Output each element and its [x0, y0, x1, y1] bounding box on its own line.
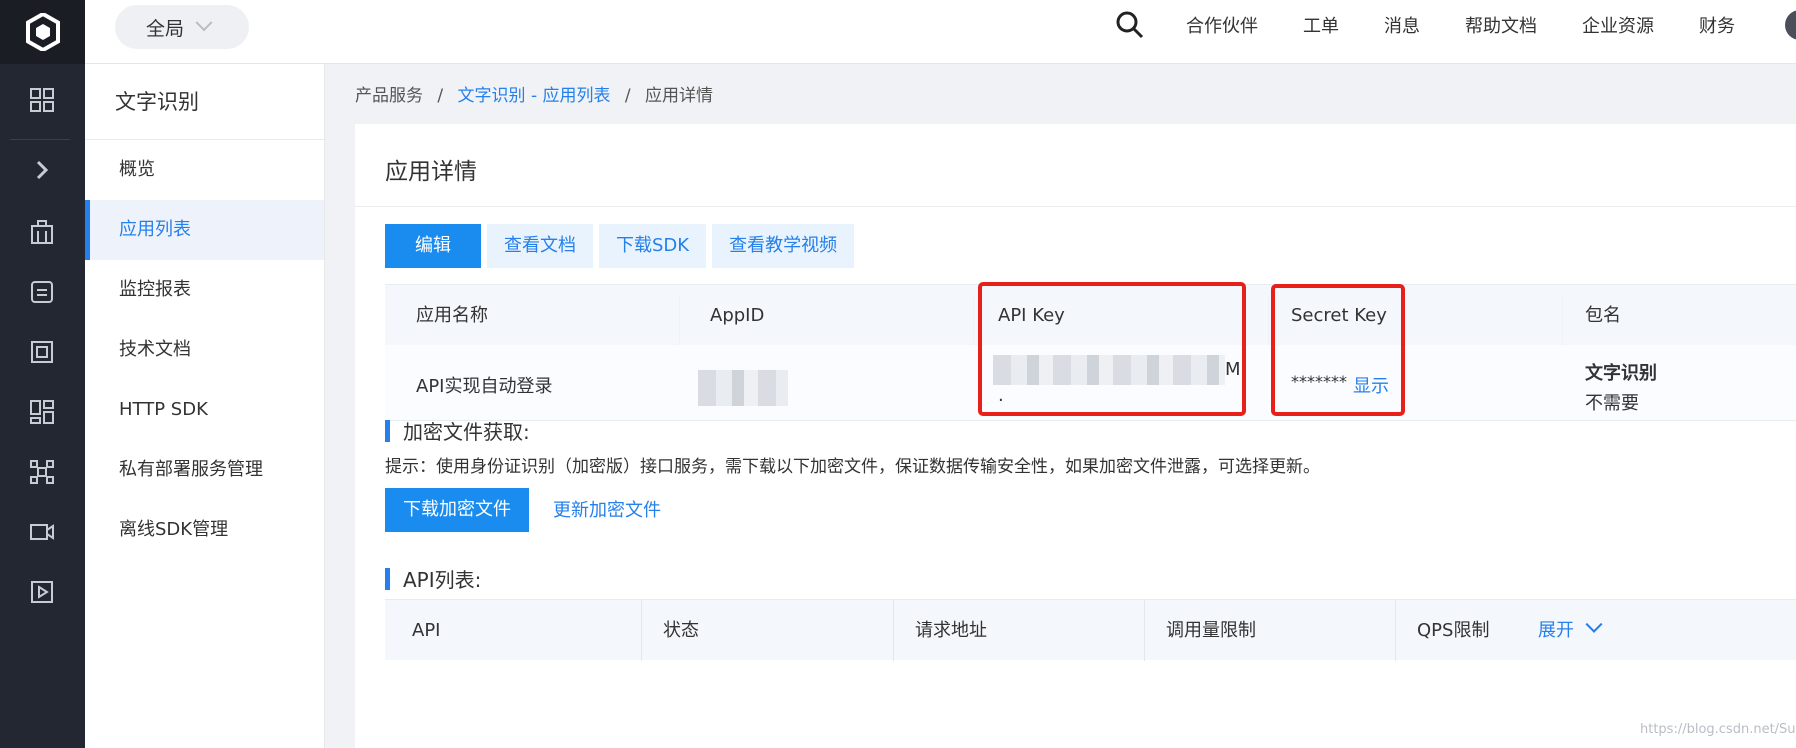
- logo-icon: [25, 13, 60, 51]
- encrypt-section-title: 加密文件获取:: [385, 416, 530, 445]
- rail-divider: [10, 139, 70, 140]
- sidebar-item-offline-sdk[interactable]: 离线SDK管理: [85, 500, 324, 560]
- product-sidebar: 文字识别 概览 应用列表 监控报表 技术文档 HTTP SDK 私有部署服务管理…: [85, 64, 325, 748]
- api-key-highlight-box: [978, 282, 1246, 416]
- edit-button[interactable]: 编辑: [385, 224, 481, 268]
- sidebar-item-app-list[interactable]: 应用列表: [85, 200, 324, 260]
- scope-selector[interactable]: 全局: [115, 5, 249, 49]
- sidebar-item-private-deploy[interactable]: 私有部署服务管理: [85, 440, 324, 500]
- icon-rail: [0, 0, 85, 748]
- sidebar-item-http-sdk[interactable]: HTTP SDK: [85, 380, 324, 440]
- chevron-down-icon: [195, 14, 213, 32]
- chip-icon[interactable]: [22, 332, 62, 372]
- grid-icon[interactable]: [22, 80, 62, 120]
- column-divider: [1144, 600, 1145, 661]
- encrypt-tip: 提示：使用身份证识别（加密版）接口服务，需下载以下加密文件，保证数据传输安全性，…: [385, 457, 1320, 477]
- sidebar-item-monitoring[interactable]: 监控报表: [85, 260, 324, 320]
- breadcrumb-separator: /: [437, 86, 444, 106]
- breadcrumb-separator: /: [624, 86, 631, 106]
- header-package: 包名: [1585, 305, 1621, 326]
- nav-help-docs[interactable]: 帮助文档: [1465, 12, 1537, 38]
- secret-key-highlight-box: [1271, 284, 1405, 416]
- breadcrumb-app-list-link[interactable]: 文字识别 - 应用列表: [458, 86, 611, 106]
- watermark: https://blog.csdn.net/Sub_xu: [1640, 722, 1796, 737]
- header-status: 状态: [663, 620, 699, 641]
- action-bar: 编辑 查看文档 下载SDK 查看教学视频: [385, 224, 860, 268]
- top-bar: 全局 合作伙伴 工单 消息 帮助文档 企业资源 财务: [85, 0, 1796, 64]
- download-encrypt-file-button[interactable]: 下载加密文件: [385, 488, 529, 532]
- nav-tickets[interactable]: 工单: [1303, 12, 1339, 38]
- network-icon[interactable]: [22, 452, 62, 492]
- expand-chevron-icon[interactable]: [22, 150, 62, 190]
- brand-logo[interactable]: [0, 0, 85, 64]
- building-icon[interactable]: [22, 212, 62, 252]
- column-divider: [1395, 600, 1396, 661]
- nav-partners[interactable]: 合作伙伴: [1186, 12, 1258, 38]
- column-divider: [641, 600, 642, 661]
- update-encrypt-file-link[interactable]: 更新加密文件: [553, 496, 661, 522]
- expand-label: 展开: [1538, 620, 1574, 641]
- breadcrumb-current: 应用详情: [645, 86, 714, 106]
- avatar[interactable]: [1785, 10, 1796, 40]
- breadcrumb-root[interactable]: 产品服务: [355, 86, 423, 106]
- play-icon[interactable]: [22, 572, 62, 612]
- cell-package-title: 文字识别: [1585, 363, 1657, 384]
- view-tutorial-video-button[interactable]: 查看教学视频: [712, 224, 855, 268]
- download-sdk-button[interactable]: 下载SDK: [599, 224, 707, 268]
- expand-toggle[interactable]: 展开: [1538, 600, 1603, 661]
- header-appid: AppID: [710, 305, 765, 326]
- column-divider: [893, 600, 894, 661]
- api-table-header: API 状态 请求地址 调用量限制 QPS限制 展开: [385, 599, 1796, 661]
- app-root: 全局 合作伙伴 工单 消息 帮助文档 企业资源 财务 文字识别 概览 应用列表 …: [0, 0, 1796, 748]
- sidebar-item-overview[interactable]: 概览: [85, 140, 324, 200]
- nav-enterprise-resources[interactable]: 企业资源: [1582, 12, 1654, 38]
- appid-redacted: [698, 370, 788, 406]
- nav-messages[interactable]: 消息: [1384, 12, 1420, 38]
- header-request-url: 请求地址: [915, 620, 987, 641]
- dashboard-icon[interactable]: [22, 392, 62, 432]
- database-icon[interactable]: [22, 272, 62, 312]
- app-detail-card: 应用详情 编辑 查看文档 下载SDK 查看教学视频 应用名称 AppID API…: [355, 124, 1796, 748]
- search-icon[interactable]: [1115, 10, 1145, 40]
- header-api: API: [412, 620, 441, 641]
- page-title: 应用详情: [385, 159, 477, 185]
- breadcrumb: 产品服务 / 文字识别 - 应用列表 / 应用详情: [355, 81, 713, 106]
- cell-package-value: 不需要: [1585, 393, 1639, 414]
- scope-label: 全局: [146, 17, 185, 40]
- cell-app-name: API实现自动登录: [416, 376, 553, 397]
- top-nav: 合作伙伴 工单 消息 帮助文档 企业资源 财务: [1115, 0, 1780, 50]
- header-qps-limit: QPS限制: [1417, 620, 1490, 641]
- header-call-limit: 调用量限制: [1166, 620, 1256, 641]
- view-docs-button[interactable]: 查看文档: [487, 224, 593, 268]
- title-divider: [355, 206, 1796, 207]
- sidebar-title: 文字识别: [85, 64, 324, 140]
- video-icon[interactable]: [22, 512, 62, 552]
- header-app-name: 应用名称: [416, 305, 488, 326]
- api-list-section-title: API列表:: [385, 564, 481, 593]
- chevron-down-icon: [1585, 615, 1603, 633]
- sidebar-item-tech-docs[interactable]: 技术文档: [85, 320, 324, 380]
- nav-finance[interactable]: 财务: [1699, 12, 1735, 38]
